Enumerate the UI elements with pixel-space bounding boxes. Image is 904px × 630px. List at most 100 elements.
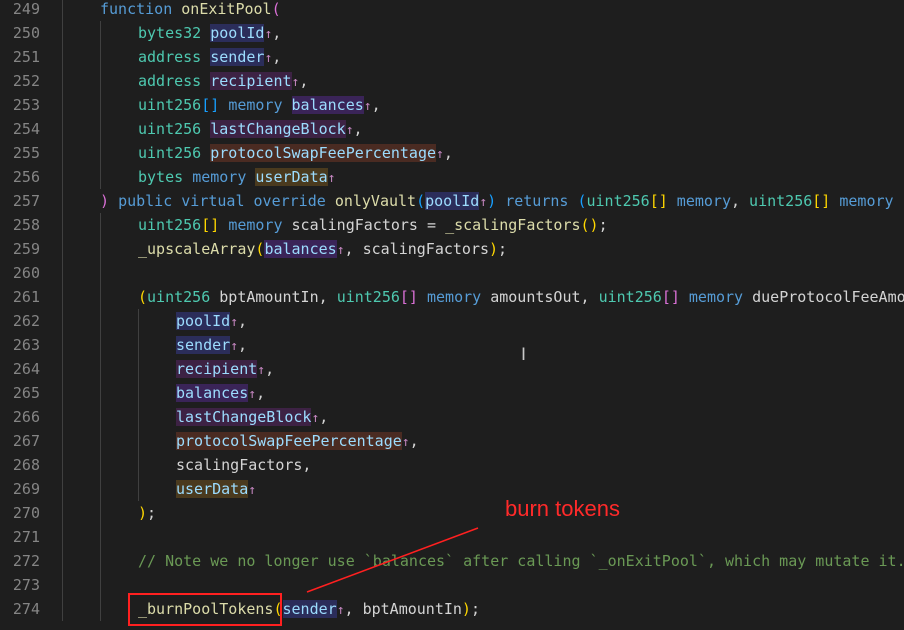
code-token: memory [427, 288, 482, 306]
code-token: ) [138, 504, 148, 522]
code-line[interactable]: 258 uint256[] memory scalingFactors = _sc… [0, 213, 904, 237]
code-line[interactable]: 259 _upscaleArray(balances↑, scalingFacto… [0, 237, 904, 261]
indent-guide [62, 477, 63, 501]
code-token: returns [505, 192, 569, 210]
line-number: 266 [12, 408, 40, 426]
indent-guide [62, 309, 63, 333]
indent-guide [62, 285, 63, 309]
code-line[interactable]: 255 uint256 protocolSwapFeePercentage↑, [0, 141, 904, 165]
indent-guide [138, 309, 139, 333]
indent-guide [62, 429, 63, 453]
code-line[interactable]: 252 address recipient↑, [0, 69, 904, 93]
code-line[interactable]: 251 address sender↑, [0, 45, 904, 69]
code-token: ) [100, 192, 110, 210]
code-text: (uint256 bptAmountIn, uint256[] memory a… [138, 285, 904, 309]
code-token: , [409, 432, 419, 450]
line-number: 250 [12, 24, 40, 42]
indent-guide [100, 333, 101, 357]
code-token: recipient [176, 360, 258, 378]
code-token: protocolSwapFeePercentage [210, 144, 437, 162]
indent-guide [62, 213, 63, 237]
code-token: ( [271, 0, 281, 18]
code-token: protocolSwapFeePercentage [176, 432, 402, 450]
code-text: ) public virtual override onlyVault(pool… [100, 189, 894, 215]
indent-guide [62, 21, 63, 45]
code-token: _upscaleArray [138, 240, 256, 258]
code-line[interactable]: 272 // Note we no longer use `balances` a… [0, 549, 904, 573]
indent-guide [62, 69, 63, 93]
code-text: lastChangeBlock↑, [176, 405, 328, 431]
code-token: , bptAmountIn [344, 600, 462, 618]
indent-guide [62, 45, 63, 69]
code-line[interactable]: 254 uint256 lastChangeBlock↑, [0, 117, 904, 141]
code-text: bytes memory userData↑ [138, 165, 335, 191]
code-token: ; [470, 600, 480, 618]
code-line[interactable]: 256 bytes memory userData↑ [0, 165, 904, 189]
code-text: bytes32 poolId↑, [138, 21, 281, 47]
code-line[interactable]: 271 [0, 525, 904, 549]
code-line[interactable]: 266 lastChangeBlock↑, [0, 405, 904, 429]
indent-guide [100, 573, 101, 597]
code-line[interactable]: 262 poolId↑, [0, 309, 904, 333]
code-token: balances [291, 96, 364, 114]
indent-guide [138, 477, 139, 501]
code-token: bytes [138, 168, 184, 186]
indent-guide [62, 549, 63, 573]
indent-guide [100, 285, 101, 309]
code-token: uint256 [138, 216, 202, 234]
code-token: [] [661, 288, 680, 306]
line-number: 272 [12, 552, 40, 570]
code-token: memory [676, 192, 731, 210]
line-number: 261 [12, 288, 40, 306]
code-line[interactable]: 269 userData↑ [0, 477, 904, 501]
code-editor[interactable]: 249 function onExitPool( 250 bytes32 poolId… [0, 0, 904, 630]
indent-guide [100, 357, 101, 381]
line-number: 271 [12, 528, 40, 546]
indent-guide [62, 597, 63, 621]
code-text: balances↑, [176, 381, 265, 407]
code-token: ( [416, 192, 426, 210]
code-token: ; [498, 240, 508, 258]
code-token: uint256 [336, 288, 400, 306]
code-line[interactable]: 250 bytes32 poolId↑, [0, 21, 904, 45]
indent-guide [100, 237, 101, 261]
line-number: 270 [12, 504, 40, 522]
indent-guide [100, 405, 101, 429]
code-token: public [118, 192, 173, 210]
code-line[interactable]: 253 uint256[] memory balances↑, [0, 93, 904, 117]
code-token: onlyVault [334, 192, 417, 210]
code-line[interactable]: 264 recipient↑, [0, 357, 904, 381]
code-line[interactable]: 268 scalingFactors, [0, 453, 904, 477]
code-line[interactable]: 267 protocolSwapFeePercentage↑, [0, 429, 904, 453]
code-token: uint256 [749, 192, 813, 210]
indent-guide [100, 309, 101, 333]
code-line[interactable]: 260 [0, 261, 904, 285]
indent-guide [138, 381, 139, 405]
code-token: , [272, 24, 282, 42]
code-token: bytes32 [138, 24, 202, 42]
code-token: , [238, 312, 248, 330]
code-token: uint256 [147, 288, 211, 306]
code-token: lastChangeBlock [210, 120, 346, 138]
code-line[interactable]: 249 function onExitPool( [0, 0, 904, 21]
code-line[interactable]: 261 (uint256 bptAmountIn, uint256[] memor… [0, 285, 904, 309]
code-text: // Note we no longer use `balances` afte… [138, 549, 904, 573]
code-line[interactable]: 270); [0, 501, 904, 525]
code-line[interactable]: 265 balances↑, [0, 381, 904, 405]
code-line[interactable]: 257) public virtual override onlyVault(p… [0, 189, 904, 213]
code-line[interactable]: 263 sender↑, [0, 333, 904, 357]
indent-guide [62, 453, 63, 477]
indent-guide [100, 381, 101, 405]
code-token: uint256 [586, 192, 650, 210]
line-number: 249 [12, 0, 40, 18]
code-token: memory [228, 96, 283, 114]
